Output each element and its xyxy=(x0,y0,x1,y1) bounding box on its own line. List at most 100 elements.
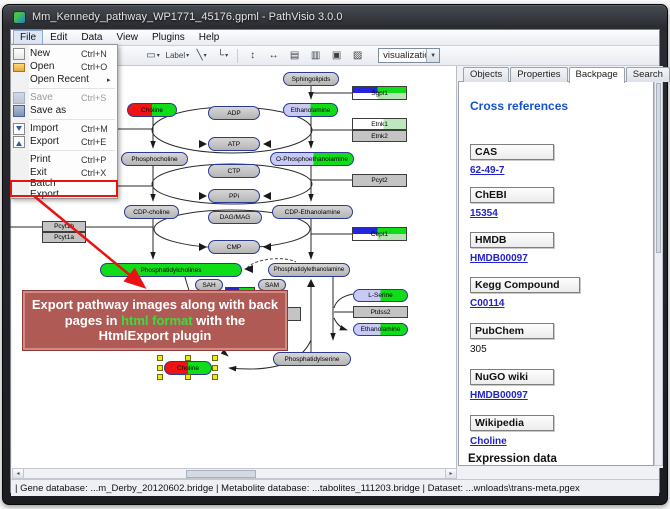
menu-item-import[interactable]: ImportCtrl+M xyxy=(11,122,117,135)
selection-handle[interactable] xyxy=(157,365,163,371)
scrollbar-thumb[interactable] xyxy=(656,83,661,253)
visualization-combobox[interactable]: visualization ▼ xyxy=(378,48,440,63)
export-icon xyxy=(13,136,25,148)
scrollbar-thumb[interactable] xyxy=(186,470,256,478)
align-center-button[interactable]: ↕ xyxy=(244,48,261,64)
menu-item-open[interactable]: OpenCtrl+O xyxy=(11,60,117,73)
label-tool-button[interactable]: Label▾ xyxy=(166,48,190,64)
node-choline[interactable]: Choline xyxy=(127,103,177,117)
menu-file[interactable]: File xyxy=(13,30,43,45)
gene-node-pcyt1a[interactable]: Pcyt1a xyxy=(42,232,86,243)
gene-node-cept1[interactable]: Cept1 xyxy=(352,227,407,241)
selection-handle[interactable] xyxy=(185,355,191,361)
menu-separator xyxy=(29,148,115,151)
selection-handle[interactable] xyxy=(157,374,163,380)
xref-header: HMDB xyxy=(470,232,554,248)
selection-handle[interactable] xyxy=(212,365,218,371)
menu-item-open-recent[interactable]: Open Recent▸ xyxy=(11,73,117,86)
node-o-phosphoethanolamine[interactable]: O-Phosphoethanolamine xyxy=(270,152,354,166)
datanode-tool-button[interactable]: ▭▾ xyxy=(145,48,162,64)
xref-section-wikipedia: Wikipedia Choline xyxy=(470,415,590,449)
wikipedia-link[interactable]: Choline xyxy=(470,436,507,447)
gene-node-pcyt1b[interactable]: Pcyt1b xyxy=(42,221,86,232)
node-l-serine[interactable]: L-Serine xyxy=(353,289,408,302)
menu-item-batch-export[interactable]: Batch Export xyxy=(11,181,117,196)
nugo-link[interactable]: HMDB00097 xyxy=(470,390,528,401)
tab-properties[interactable]: Properties xyxy=(510,67,567,82)
scroll-left-icon[interactable]: ◂ xyxy=(13,469,24,478)
menu-item-print[interactable]: PrintCtrl+P xyxy=(11,153,117,166)
node-cdp-choline[interactable]: CDP-choline xyxy=(124,205,179,219)
node-ppi[interactable]: PPi xyxy=(208,189,260,203)
connector-tool-icon: └ xyxy=(217,50,224,61)
toolbar-separator xyxy=(237,49,238,63)
gene-node-etnk2[interactable]: Etnk2 xyxy=(352,130,407,142)
node-sphingolipids[interactable]: Sphingolipids xyxy=(283,72,339,86)
xref-header: Kegg Compound xyxy=(470,277,580,293)
gene-node-pcyt2[interactable]: Pcyt2 xyxy=(352,174,407,187)
scroll-right-icon[interactable]: ▸ xyxy=(445,469,456,478)
tab-backpage[interactable]: Backpage xyxy=(569,67,625,83)
stack-columns-button[interactable]: ▥ xyxy=(307,48,324,64)
chebi-link[interactable]: 15354 xyxy=(470,208,498,219)
node-sam[interactable]: SAM xyxy=(258,279,286,291)
export-image-button[interactable]: ▨ xyxy=(349,48,366,64)
callout-highlight: html format xyxy=(121,313,193,328)
menu-item-new[interactable]: NewCtrl+N xyxy=(11,47,117,60)
connector-tool-button[interactable]: └▾ xyxy=(214,48,231,64)
node-cmp[interactable]: CMP xyxy=(208,240,260,254)
xref-header: CAS xyxy=(470,144,554,160)
align-middle-button[interactable]: ↔ xyxy=(265,48,282,64)
tab-objects[interactable]: Objects xyxy=(463,67,509,82)
gene-node-ptdss2[interactable]: Ptdss2 xyxy=(353,306,408,318)
hmdb-link[interactable]: HMDB00097 xyxy=(470,253,528,264)
menu-data[interactable]: Data xyxy=(74,30,109,45)
export-image-icon: ▨ xyxy=(353,50,362,61)
menu-view[interactable]: View xyxy=(109,30,145,45)
visualization-dropdown-icon[interactable]: ▼ xyxy=(426,49,439,62)
status-bar: | Gene database: ...m_Derby_20120602.bri… xyxy=(11,479,659,496)
line-tool-button[interactable]: ╲▾ xyxy=(193,48,210,64)
gene-node-etnk1[interactable]: Etnk1 xyxy=(352,118,407,130)
selection-handle[interactable] xyxy=(185,374,191,380)
selection-handle[interactable] xyxy=(212,374,218,380)
align-middle-icon: ↔ xyxy=(269,50,279,61)
kegg-link[interactable]: C00114 xyxy=(470,298,504,309)
annotation-callout: Export pathway images along with back pa… xyxy=(23,291,287,350)
menu-edit[interactable]: Edit xyxy=(43,30,74,45)
tab-search[interactable]: Search xyxy=(626,67,670,82)
node-ethanolamine-lower[interactable]: Ethanolamine xyxy=(353,323,408,336)
title-bar[interactable]: Mm_Kennedy_pathway_WP1771_45176.gpml - P… xyxy=(3,5,667,29)
node-sah[interactable]: SAH xyxy=(195,279,223,291)
cas-link[interactable]: 62-49-7 xyxy=(470,165,504,176)
save-as-icon xyxy=(13,105,25,117)
node-ctp[interactable]: CTP xyxy=(208,164,260,178)
node-phosphatidylcholines[interactable]: Phosphatidylcholines xyxy=(100,263,242,277)
gene-node-sgpl1[interactable]: Sgpl1 xyxy=(352,86,407,100)
node-phosphocholine[interactable]: Phosphocholine xyxy=(121,152,188,166)
sidebar-tabs: Objects Properties Backpage Search Legen… xyxy=(463,67,670,82)
selection-handle[interactable] xyxy=(157,355,163,361)
sidebar-scrollbar[interactable] xyxy=(654,81,663,466)
menu-item-save[interactable]: SaveCtrl+S xyxy=(11,91,117,104)
page-setup-button[interactable]: ▣ xyxy=(328,48,345,64)
stack-rows-button[interactable]: ▤ xyxy=(286,48,303,64)
node-phosphatidylserine[interactable]: Phosphatidylserine xyxy=(273,352,351,366)
node-atp[interactable]: ATP xyxy=(208,137,260,151)
menu-item-save-as[interactable]: Save as xyxy=(11,104,117,117)
menu-plugins[interactable]: Plugins xyxy=(145,30,192,45)
dropdown-icon: ▾ xyxy=(186,52,189,59)
node-phosphatidylethanolamine[interactable]: Phosphatidylethanolamine xyxy=(268,263,350,277)
menu-item-export[interactable]: ExportCtrl+E xyxy=(11,135,117,148)
dropdown-icon: ▾ xyxy=(225,52,228,59)
node-adp[interactable]: ADP xyxy=(208,106,260,120)
node-dag-mag[interactable]: DAG/MAG xyxy=(208,211,262,224)
node-ethanolamine[interactable]: Ethanolamine xyxy=(283,103,338,117)
menu-help[interactable]: Help xyxy=(192,30,227,45)
node-choline-selected[interactable]: Choline xyxy=(164,361,212,375)
selection-handle[interactable] xyxy=(212,355,218,361)
stack-rows-icon: ▤ xyxy=(290,50,299,61)
backpage-panel: Cross references CAS 62-49-7 ChEBI 15354… xyxy=(458,81,654,466)
canvas-hscrollbar[interactable]: ◂ ▸ xyxy=(12,468,457,479)
node-cdp-ethanolamine[interactable]: CDP-Ethanolamine xyxy=(272,205,353,219)
